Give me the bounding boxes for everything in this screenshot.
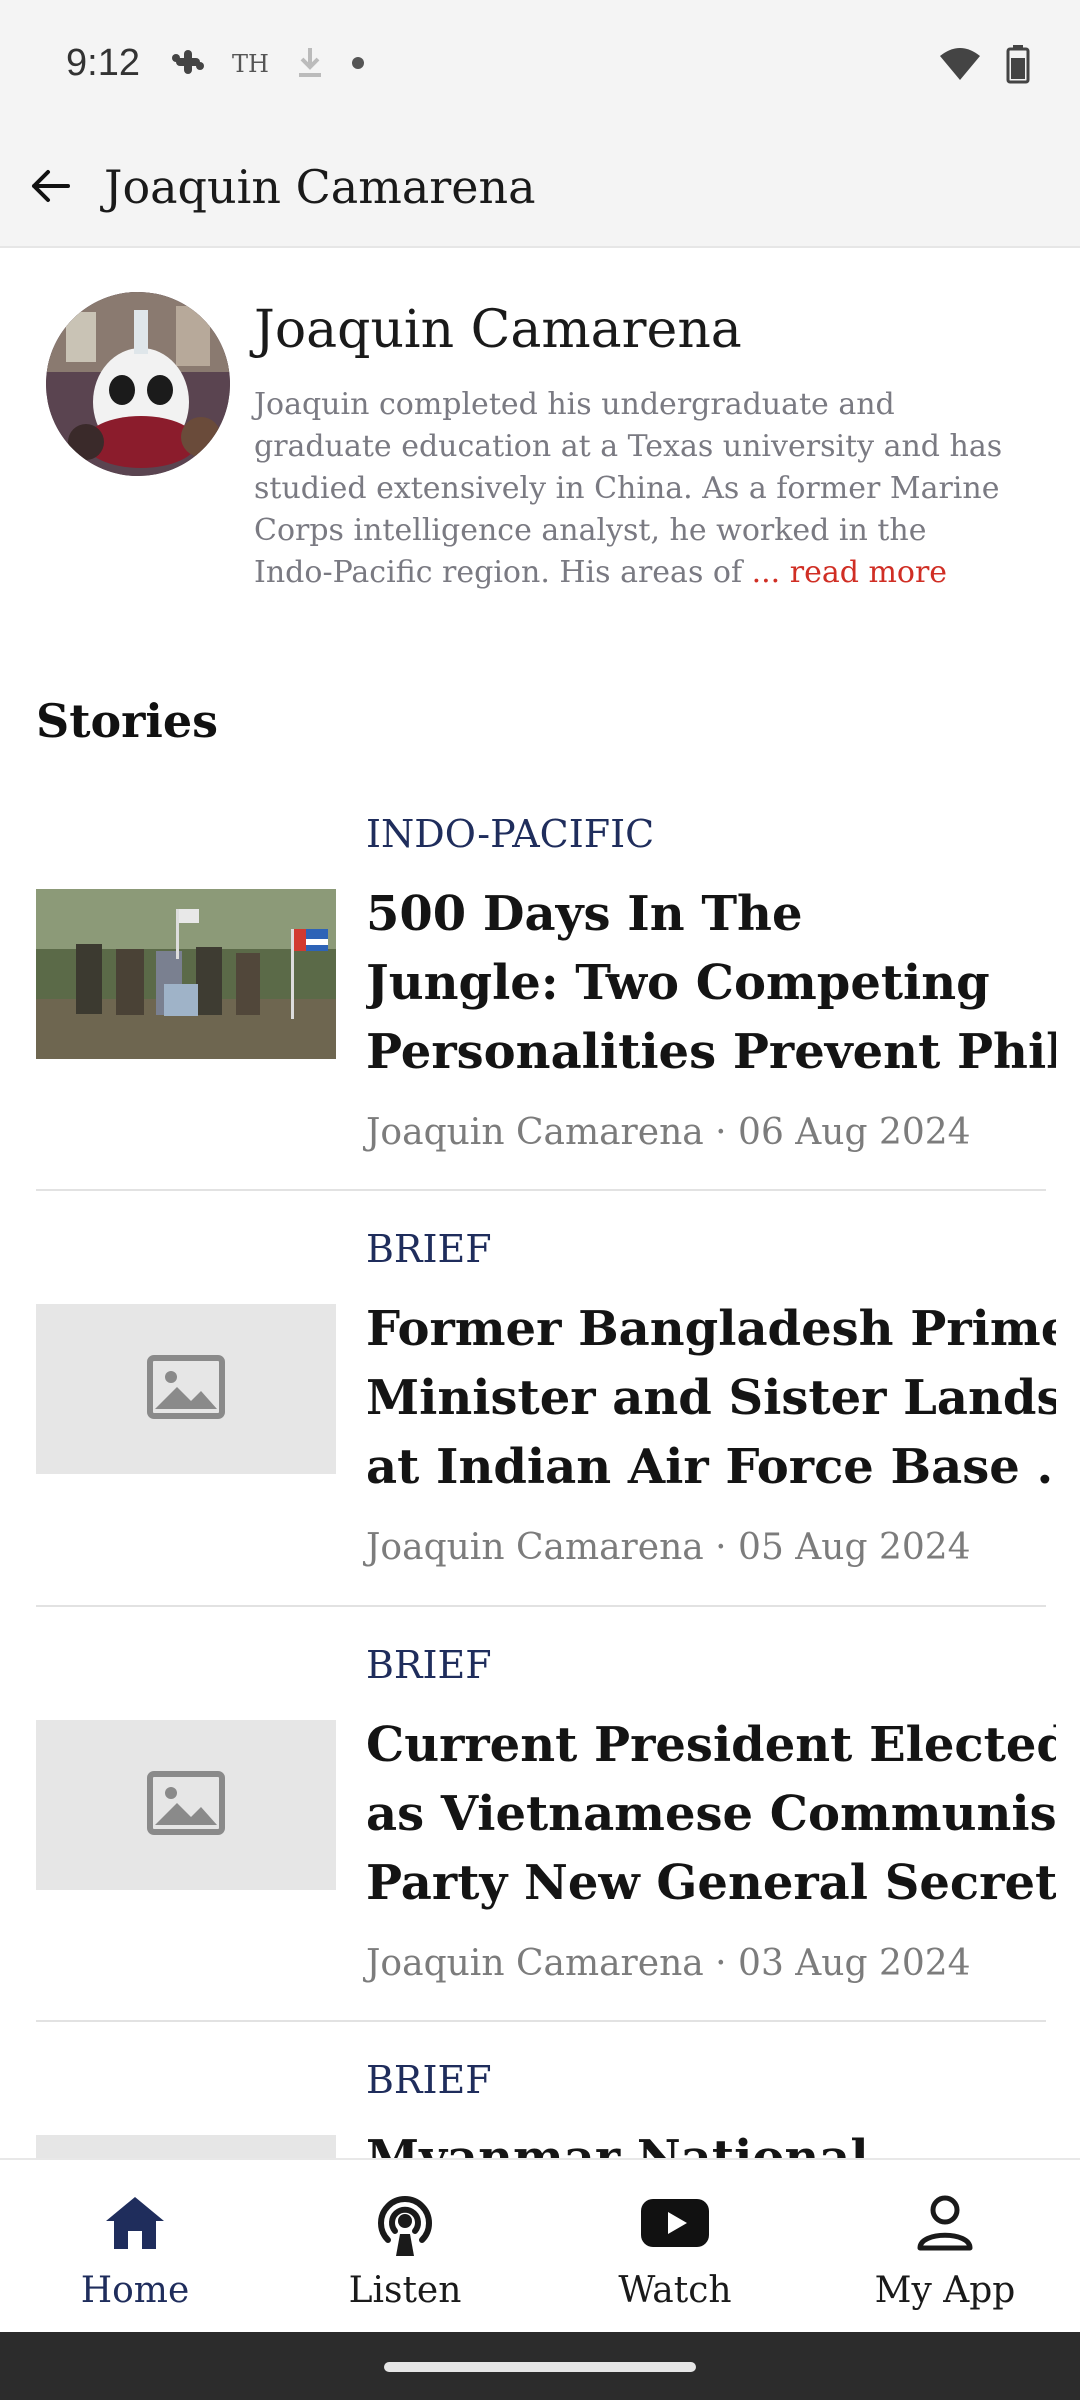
story-title-line: Current President Elected — [366, 1717, 1056, 1773]
story-meta: Joaquin Camarena · 03 Aug 2024 — [366, 1943, 971, 1984]
wifi-icon — [938, 46, 982, 86]
divider — [36, 1605, 1046, 1607]
story-thumbnail — [36, 2135, 336, 2158]
divider — [36, 2020, 1046, 2022]
home-icon — [100, 2188, 170, 2258]
app-bar: Joaquin Camarena — [0, 130, 1080, 248]
divider — [36, 1189, 1046, 1191]
play-icon — [640, 2188, 710, 2258]
story-title: Myanmar National — [366, 2124, 1046, 2158]
th-icon: TH — [232, 50, 269, 78]
story-category: INDO-PACIFIC — [366, 812, 655, 856]
bottom-navigation: Home Listen Watch My App — [0, 2158, 1080, 2332]
status-notification-icons: TH — [170, 44, 365, 84]
story-title-line: Former Bangladesh Prime — [366, 1301, 1056, 1357]
story-title: Former Bangladesh Prime Minister and Sis… — [366, 1295, 1056, 1502]
story-title-line: Myanmar National — [366, 2130, 869, 2158]
avatar — [46, 292, 230, 476]
story-title-line: Minister and Sister Lands — [366, 1370, 1056, 1426]
nav-home[interactable]: Home — [0, 2160, 270, 2334]
status-time: 9:12 — [66, 42, 140, 84]
back-arrow-icon — [28, 164, 72, 212]
nav-my-app[interactable]: My App — [810, 2160, 1080, 2334]
placeholder-image-icon — [147, 1355, 225, 1423]
nav-watch[interactable]: Watch — [540, 2160, 810, 2334]
author-bio: Joaquin completed his undergraduate and … — [254, 384, 1014, 594]
nav-home-label: Home — [80, 2270, 190, 2311]
story-title-line: 500 Days In The — [366, 886, 803, 942]
nav-listen[interactable]: Listen — [270, 2160, 540, 2334]
nav-watch-label: Watch — [618, 2270, 732, 2311]
nav-my-app-label: My App — [874, 2270, 1016, 2311]
back-button[interactable] — [22, 160, 78, 216]
story-category: BRIEF — [366, 1227, 492, 1271]
podcast-icon — [370, 2188, 440, 2258]
placeholder-image-icon — [147, 1771, 225, 1839]
story-thumbnail — [36, 1304, 336, 1474]
story-thumbnail — [36, 889, 336, 1059]
battery-icon — [1006, 44, 1030, 88]
gesture-navigation-bar — [0, 2332, 1080, 2400]
dot-icon — [351, 55, 365, 74]
story-category: BRIEF — [366, 1643, 492, 1687]
story-meta: Joaquin Camarena · 06 Aug 2024 — [366, 1112, 971, 1153]
status-bar: 9:12 TH — [0, 0, 1080, 130]
story-item[interactable]: BRIEF Myanmar National — [36, 2046, 1046, 2158]
story-title-line: Jungle: Two Competing — [366, 955, 990, 1011]
download-icon — [295, 44, 325, 84]
stories-heading: Stories — [36, 694, 219, 748]
read-more-link[interactable]: ... read more — [752, 555, 947, 590]
story-title-line: Personalities Prevent Phili.. — [366, 1024, 1056, 1080]
story-title-line: as Vietnamese Communist — [366, 1786, 1056, 1842]
person-icon — [910, 2188, 980, 2258]
gesture-handle[interactable] — [384, 2362, 696, 2372]
page-title: Joaquin Camarena — [104, 160, 536, 214]
story-item[interactable]: BRIEF Current President Elected as Vietn… — [36, 1631, 1056, 2001]
author-profile: Joaquin Camarena Joaquin completed his u… — [0, 250, 1080, 630]
nav-listen-label: Listen — [348, 2270, 462, 2311]
slack-icon — [170, 44, 206, 84]
story-meta: Joaquin Camarena · 05 Aug 2024 — [366, 1527, 971, 1568]
story-item[interactable]: BRIEF Former Bangladesh Prime Minister a… — [36, 1215, 1056, 1585]
story-category: BRIEF — [366, 2058, 492, 2102]
author-name: Joaquin Camarena — [254, 300, 742, 360]
story-thumbnail — [36, 1720, 336, 1890]
story-title-line: at Indian Air Force Base ... — [366, 1439, 1056, 1495]
status-system-icons — [938, 44, 1030, 88]
story-title-line: Party New General Secret... — [366, 1855, 1056, 1911]
story-title: Current President Elected as Vietnamese … — [366, 1711, 1056, 1918]
story-title: 500 Days In The Jungle: Two Competing Pe… — [366, 880, 1056, 1087]
story-item[interactable]: INDO-PACIFIC 500 Days In The Jungle: Two… — [36, 800, 1056, 1170]
